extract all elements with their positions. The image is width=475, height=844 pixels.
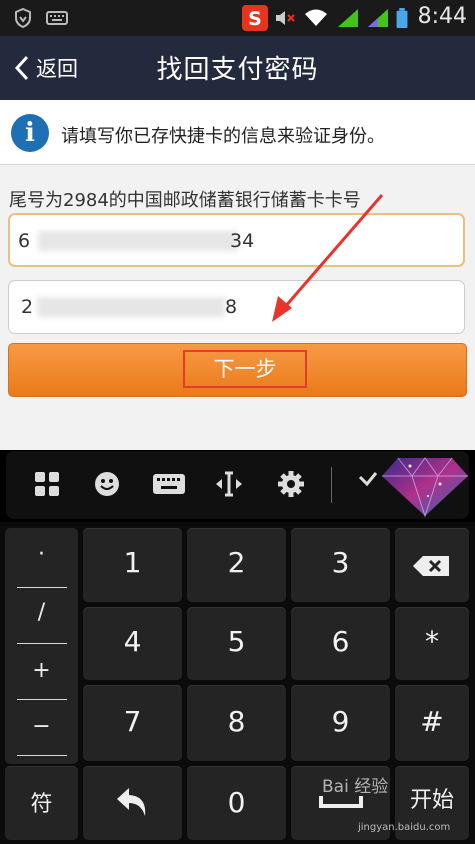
key-3[interactable]: 3 [291, 528, 390, 602]
signal-icon [338, 9, 358, 27]
key-symbol[interactable]: / [5, 600, 78, 657]
cursor-icon[interactable] [214, 469, 244, 499]
diamond-skin-icon[interactable] [380, 452, 470, 518]
key-1[interactable]: 1 [83, 528, 182, 602]
symbol-divider [17, 699, 67, 700]
space-key[interactable] [291, 766, 390, 840]
symbol-divider [17, 643, 67, 644]
key-hash[interactable]: # [395, 685, 469, 761]
ime-toolbar [6, 451, 469, 519]
symbols-key[interactable]: 符 [5, 766, 78, 840]
key-5[interactable]: 5 [187, 607, 286, 680]
key-label: 4 [123, 625, 142, 658]
title-bar: 返回 找回支付密码 [0, 36, 475, 100]
key-label: 1 [123, 546, 142, 579]
id-number-suffix: 8 [225, 296, 238, 318]
toolbar-divider [331, 467, 332, 503]
next-step-button[interactable]: 下一步 [8, 343, 467, 397]
signal-icon [368, 9, 388, 27]
id-number-input[interactable]: 2 8 [8, 280, 465, 334]
info-icon: i [11, 114, 49, 152]
status-bar: S 8:44 [0, 0, 475, 36]
svg-text:S: S [248, 8, 262, 30]
numeric-keyboard: · / + − 1 2 3 4 5 6 * 7 8 9 # 符 0 开始 [0, 522, 475, 844]
card-number-prefix: 6 [18, 230, 31, 252]
return-key[interactable] [83, 766, 182, 840]
key-label: # [420, 705, 444, 738]
key-9[interactable]: 9 [291, 685, 390, 761]
key-star[interactable]: * [395, 607, 469, 680]
id-number-prefix: 2 [21, 296, 34, 318]
keyboard-icon [46, 11, 68, 25]
return-arrow-icon [117, 788, 146, 816]
key-label: 5 [227, 625, 246, 658]
redacted-mask [37, 297, 225, 317]
key-label: * [425, 625, 439, 658]
key-label: 9 [331, 705, 350, 738]
space-icon [319, 796, 363, 808]
key-label: 符 [30, 792, 53, 817]
key-7[interactable]: 7 [83, 685, 182, 761]
key-label: 开始 [409, 788, 454, 813]
shield-icon [15, 8, 31, 28]
key-label: 7 [123, 705, 142, 738]
symbol-divider [17, 587, 67, 588]
key-symbol[interactable]: − [5, 714, 78, 771]
key-label: 0 [227, 786, 246, 819]
key-0[interactable]: 0 [187, 766, 286, 840]
battery-icon [396, 8, 408, 28]
key-4[interactable]: 4 [83, 607, 182, 680]
start-key[interactable]: 开始 [395, 766, 469, 840]
notice-text: 请填写你已存快捷卡的信息来验证身份。 [61, 126, 385, 147]
key-symbol[interactable]: + [5, 658, 78, 715]
info-notice: i 请填写你已存快捷卡的信息来验证身份。 [0, 100, 475, 165]
backspace-key[interactable] [395, 528, 469, 602]
page-title: 找回支付密码 [156, 55, 319, 85]
emoji-icon[interactable] [92, 469, 122, 499]
card-number-input[interactable]: 6 34 [8, 213, 465, 267]
apps-grid-icon[interactable] [32, 469, 62, 499]
key-6[interactable]: 6 [291, 607, 390, 680]
key-2[interactable]: 2 [187, 528, 286, 602]
next-step-label: 下一步 [183, 350, 307, 388]
status-time: 8:44 [417, 4, 467, 29]
symbol-divider [17, 755, 67, 756]
collapse-check-icon[interactable] [358, 469, 378, 489]
key-label: 2 [227, 546, 246, 579]
symbol-column: · / + − [5, 528, 78, 764]
key-8[interactable]: 8 [187, 685, 286, 761]
sogou-icon: S [242, 5, 268, 31]
card-number-suffix: 34 [230, 230, 255, 252]
keyboard-icon[interactable] [152, 469, 186, 499]
settings-icon[interactable] [276, 469, 306, 499]
key-label: 6 [331, 625, 350, 658]
wifi-icon [305, 9, 327, 26]
backspace-icon [413, 556, 449, 576]
redacted-mask [38, 231, 238, 251]
card-number-label: 尾号为2984的中国邮政储蓄银行储蓄卡卡号 [9, 190, 361, 211]
key-label: 3 [331, 546, 350, 579]
key-label: 8 [227, 705, 246, 738]
key-symbol[interactable]: · [5, 542, 78, 599]
mute-icon [276, 11, 295, 25]
main-content: i 请填写你已存快捷卡的信息来验证身份。 尾号为2984的中国邮政储蓄银行储蓄卡… [0, 100, 475, 450]
